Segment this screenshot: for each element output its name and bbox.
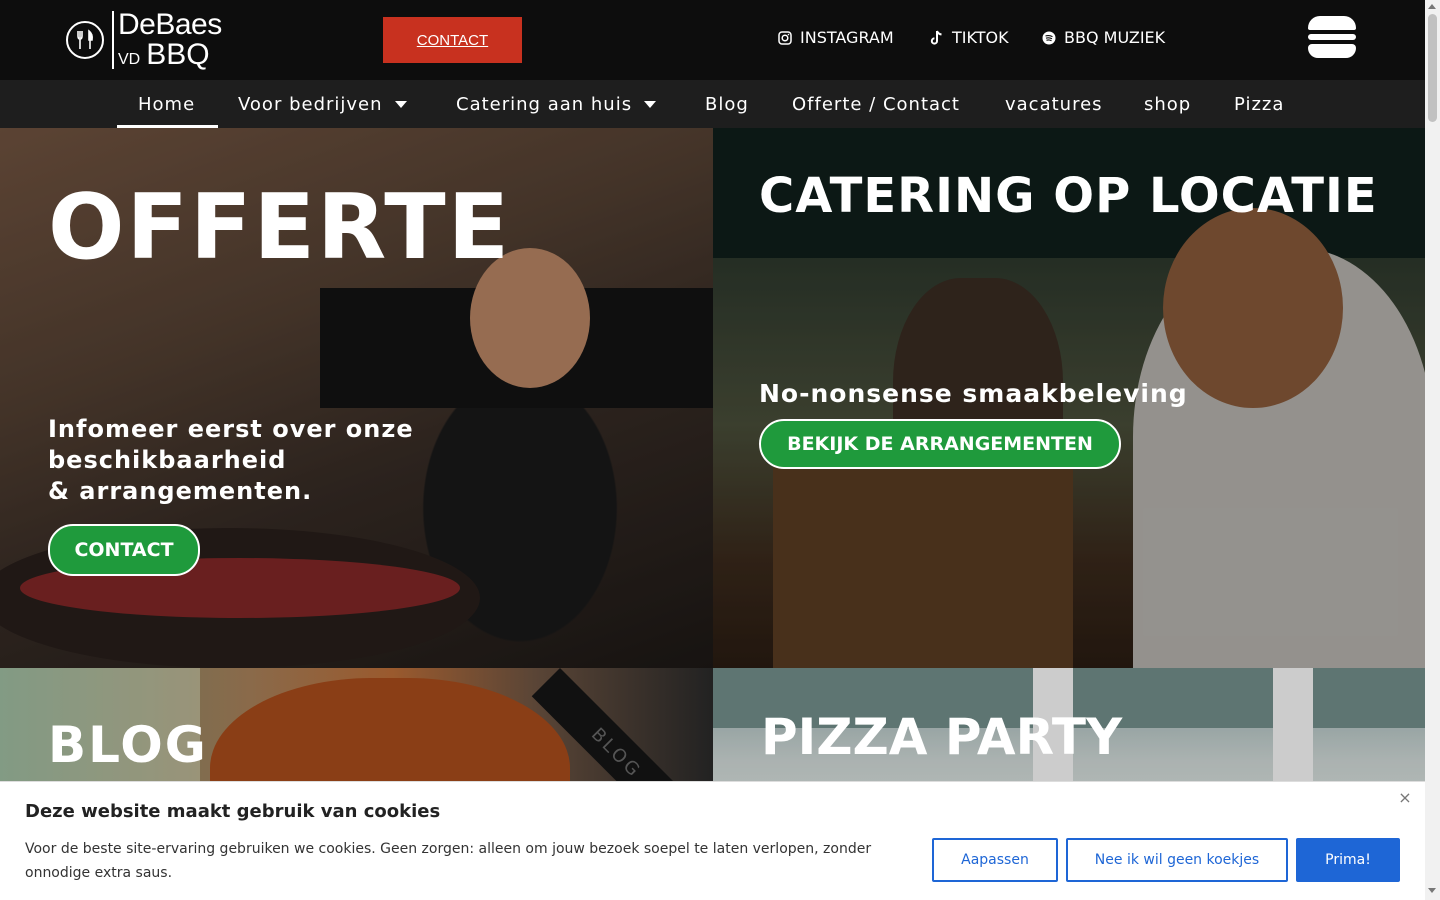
tiktok-icon — [930, 30, 942, 45]
nav-item-shop[interactable]: shop — [1144, 80, 1191, 128]
nav-item-pizza[interactable]: Pizza — [1234, 80, 1284, 128]
contact-button[interactable]: CONTACT — [383, 17, 522, 63]
nav-offerte-label: Offerte / Contact — [792, 93, 960, 115]
main-nav: Home Voor bedrijven Catering aan huis Bl… — [0, 80, 1425, 128]
offerte-contact-button[interactable]: CONTACT — [48, 524, 200, 576]
catering-title: CATERING OP LOCATIE — [759, 168, 1378, 224]
nav-voor-bedrijven-label: Voor bedrijven — [238, 93, 383, 115]
top-bar: DeBaes VD BBQ CONTACT INSTAGRAM TIKTOK BB… — [0, 0, 1425, 80]
scroll-down-icon[interactable] — [1428, 888, 1436, 893]
offerte-subtitle-line: & arrangementen. — [48, 477, 313, 505]
logo-text-vd: VD — [118, 51, 141, 68]
nav-item-blog[interactable]: Blog — [705, 80, 749, 128]
nav-item-catering-aan-huis[interactable]: Catering aan huis — [456, 80, 657, 128]
tiktok-label: TIKTOK — [952, 28, 1009, 47]
logo-divider — [112, 11, 114, 69]
bbq-muziek-link[interactable]: BBQ MUZIEK — [1042, 28, 1165, 47]
offerte-title: OFFERTE — [48, 175, 512, 280]
nav-shop-label: shop — [1144, 93, 1192, 115]
bekijk-arrangementen-button[interactable]: BEKIJK DE ARRANGEMENTEN — [759, 419, 1121, 469]
page: DeBaes VD BBQ CONTACT INSTAGRAM TIKTOK BB… — [0, 0, 1425, 900]
spotify-icon — [1042, 31, 1056, 44]
scroll-thumb[interactable] — [1428, 14, 1437, 122]
cookie-text: Voor de beste site-ervaring gebruiken we… — [25, 841, 872, 881]
nav-item-offerte-contact[interactable]: Offerte / Contact — [792, 80, 960, 128]
close-icon[interactable]: × — [1397, 790, 1413, 806]
hamburger-menu-icon[interactable] — [1308, 16, 1356, 58]
instagram-label: INSTAGRAM — [800, 28, 894, 47]
nav-item-voor-bedrijven[interactable]: Voor bedrijven — [238, 80, 407, 128]
catering-subtitle: No-nonsense smaakbeleving — [759, 379, 1188, 408]
cookie-banner: Deze website maakt gebruik van cookies V… — [0, 781, 1425, 900]
offerte-tile[interactable]: OFFERTE Infomeer eerst over onze beschik… — [0, 128, 713, 668]
nav-vacatures-label: vacatures — [1005, 93, 1103, 115]
scrollbar[interactable] — [1425, 0, 1440, 900]
nav-blog-label: Blog — [705, 93, 749, 115]
bbq-muziek-label: BBQ MUZIEK — [1064, 28, 1166, 47]
nav-home-label: Home — [138, 93, 196, 115]
offerte-subtitle-line: beschikbaarheid — [48, 446, 287, 474]
logo[interactable]: DeBaes VD BBQ — [66, 10, 222, 70]
nav-catering-label: Catering aan huis — [456, 93, 633, 115]
cookie-title: Deze website maakt gebruik van cookies — [25, 801, 441, 822]
instagram-icon — [778, 30, 792, 45]
logo-text-line1: DeBaes — [118, 8, 222, 41]
nav-item-home[interactable]: Home — [138, 80, 195, 128]
catering-tile[interactable]: CATERING OP LOCATIE No-nonsense smaakbel… — [713, 128, 1425, 668]
cookie-decline-button[interactable]: Nee ik wil geen koekjes — [1066, 838, 1288, 882]
pizza-party-title: PIZZA PARTY — [761, 708, 1123, 766]
tiktok-link[interactable]: TIKTOK — [930, 28, 1009, 47]
cookie-accept-button[interactable]: Prima! — [1296, 838, 1400, 882]
offerte-subtitle: Infomeer eerst over onze beschikbaarheid… — [48, 414, 414, 507]
cutlery-icon — [66, 21, 104, 59]
offerte-subtitle-line: Infomeer eerst over onze — [48, 415, 414, 443]
instagram-link[interactable]: INSTAGRAM — [778, 28, 894, 47]
chevron-down-icon[interactable] — [644, 100, 657, 108]
logo-text-line2: BBQ — [146, 38, 210, 71]
chevron-down-icon[interactable] — [394, 100, 407, 108]
nav-item-vacatures[interactable]: vacatures — [1005, 80, 1103, 128]
cookie-customize-button[interactable]: Aapassen — [932, 838, 1058, 882]
scroll-up-icon[interactable] — [1428, 4, 1436, 9]
nav-pizza-label: Pizza — [1234, 93, 1285, 115]
blog-title: BLOG — [48, 716, 208, 774]
